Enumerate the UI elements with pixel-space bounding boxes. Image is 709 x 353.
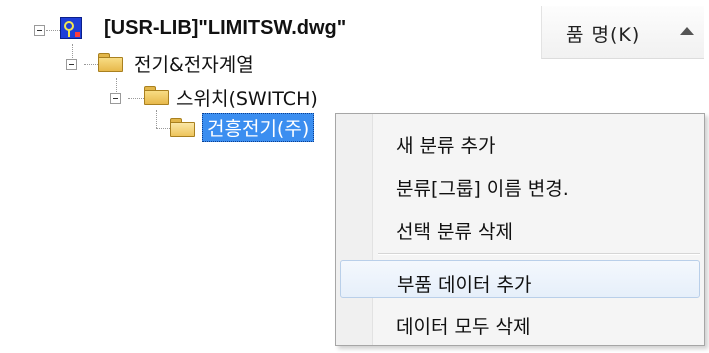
tree-node-selected[interactable]: 건흥전기(주) [202,113,315,142]
tree-connector [46,30,60,31]
menu-item-add-part-data[interactable]: 부품 데이터 추가 [340,260,700,298]
tree-connector [156,128,170,129]
menu-item-label: 데이터 모두 삭제 [396,316,531,338]
tree-connector [156,110,157,128]
tree-node-switch[interactable]: 스위치(SWITCH) [176,84,318,111]
column-header-label: 품 명(K) [566,24,641,46]
tree-connector [84,64,98,65]
folder-icon [98,53,123,72]
menu-separator [378,253,700,255]
library-icon [60,17,82,39]
menu-item-add-category[interactable]: 새 분류 추가 [340,122,700,160]
collapse-toggle[interactable] [66,59,77,70]
collapse-toggle[interactable] [110,93,121,104]
collapse-toggle[interactable] [34,25,45,36]
menu-item-delete-all-data[interactable]: 데이터 모두 삭제 [340,303,700,341]
sort-ascending-icon[interactable] [680,27,694,35]
menu-item-label: 부품 데이터 추가 [397,274,532,296]
menu-item-label: 분류[그룹] 이름 변경. [396,178,569,200]
context-menu: 새 분류 추가 분류[그룹] 이름 변경. 선택 분류 삭제 부품 데이터 추가… [335,113,705,346]
folder-icon [144,86,169,105]
menu-item-delete-category[interactable]: 선택 분류 삭제 [340,208,700,246]
column-header-name[interactable]: 품 명(K) [541,6,704,59]
folder-open-icon [170,118,195,137]
tree-node-electrical[interactable]: 전기&전자계열 [134,50,254,77]
tree-node-root[interactable]: [USR-LIB]"LIMITSW.dwg" [104,17,346,40]
menu-item-rename-group[interactable]: 분류[그룹] 이름 변경. [340,165,700,203]
tree-connector [128,98,144,99]
window: [USR-LIB]"LIMITSW.dwg" 전기&전자계열 스위치(SWITC… [0,0,709,353]
menu-item-label: 선택 분류 삭제 [396,221,513,243]
menu-item-label: 새 분류 추가 [396,135,496,157]
